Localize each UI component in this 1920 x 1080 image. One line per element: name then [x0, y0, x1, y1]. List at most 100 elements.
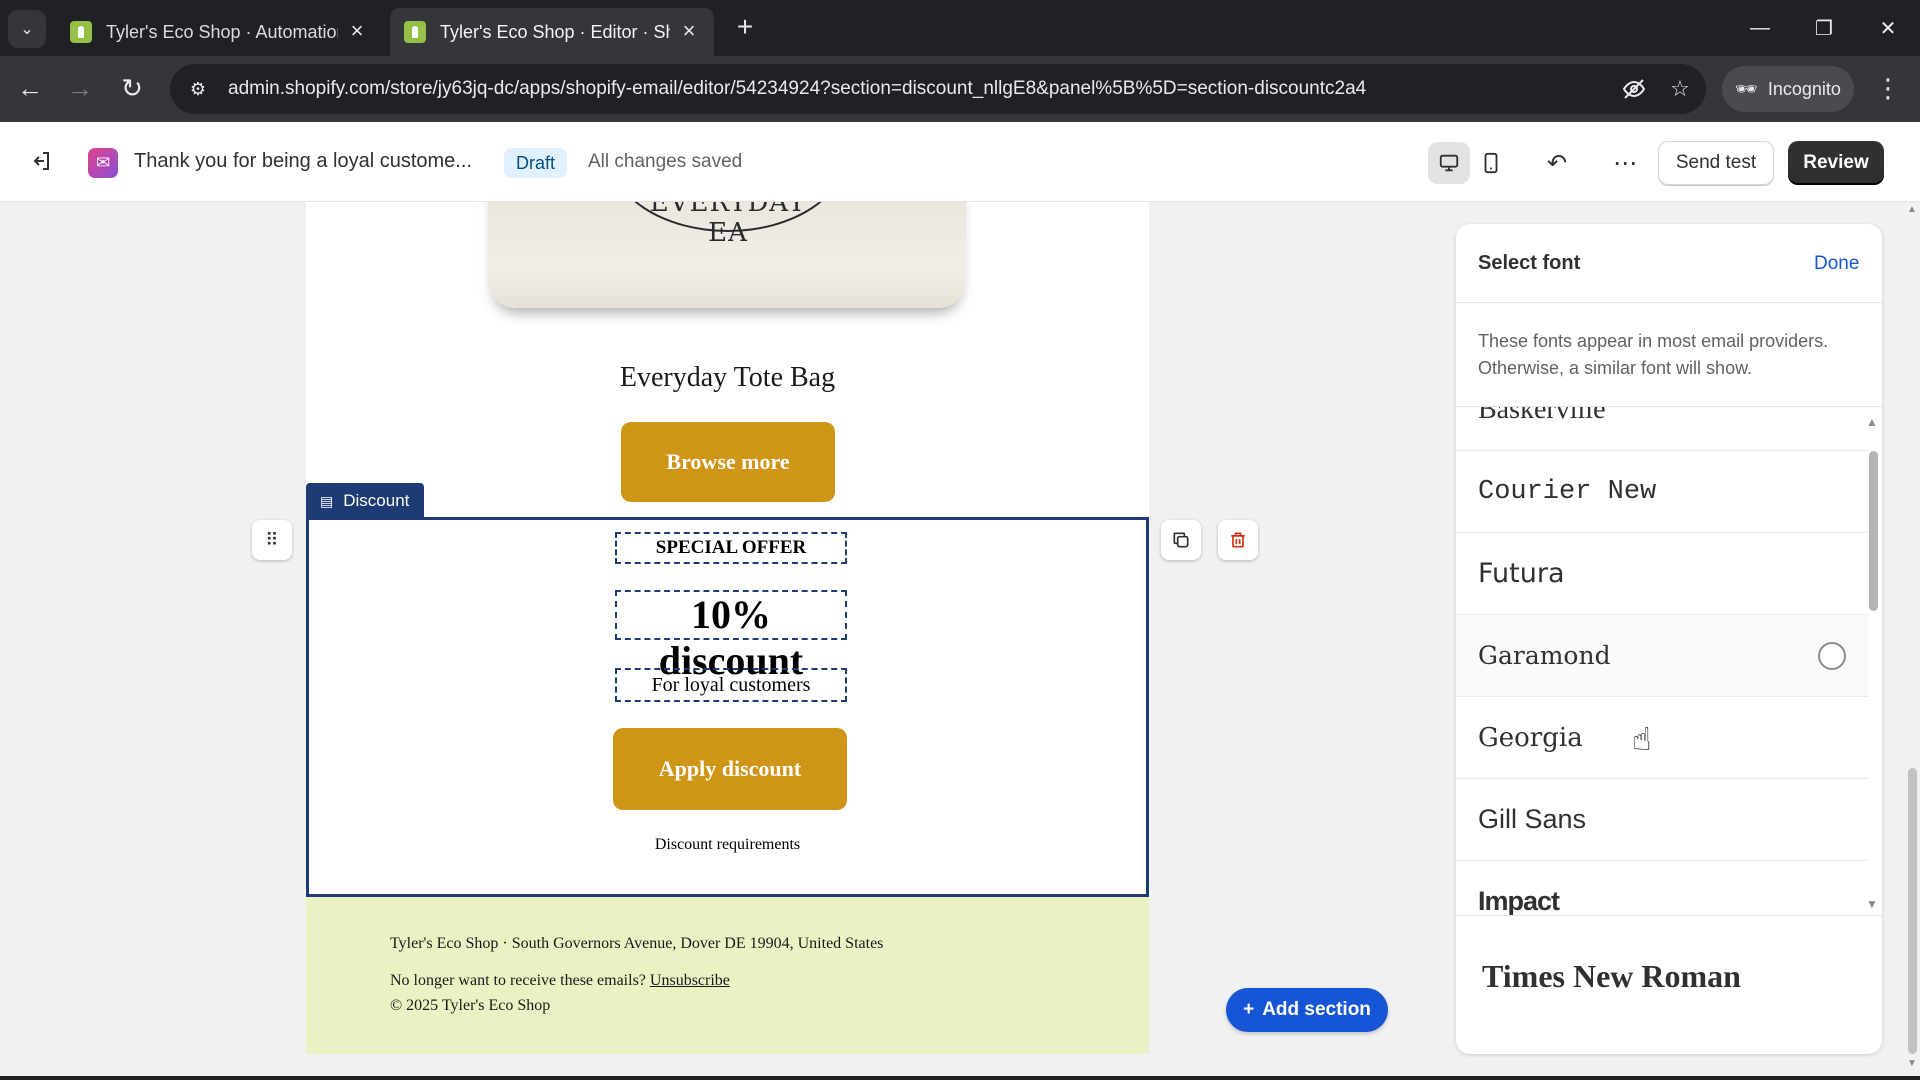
back-button[interactable]: ←	[10, 66, 50, 110]
discount-subheading[interactable]: For loyal customers	[615, 668, 847, 702]
font-list[interactable]: Baskerville Courier New Futura Garamond …	[1456, 406, 1882, 916]
plus-icon: +	[736, 11, 754, 42]
email-app-icon: ✉	[88, 148, 118, 178]
incognito-indicator[interactable]: 🕶 Incognito	[1722, 66, 1854, 112]
more-horizontal-icon: ⋯	[1613, 149, 1637, 177]
browser-menu-button[interactable]: ⋮	[1870, 66, 1906, 112]
email-footer[interactable]: Tyler's Eco Shop · South Governors Avenu…	[306, 897, 1149, 1054]
shopify-icon	[404, 21, 426, 43]
close-icon[interactable]: ×	[346, 20, 368, 43]
minimize-button[interactable]: —	[1732, 6, 1788, 50]
page-scrollbar-thumb[interactable]	[1908, 768, 1917, 1054]
panel-title: Select font	[1478, 252, 1581, 274]
selected-font-times-new-roman[interactable]: Times New Roman	[1456, 936, 1882, 1016]
discount-amount[interactable]: 10% discount	[615, 590, 847, 683]
window-bottom-edge	[0, 1076, 1920, 1080]
tab-title: Tyler's Eco Shop · Automations	[106, 21, 338, 42]
arrow-right-icon: →	[67, 72, 93, 103]
close-window-button[interactable]: ✕	[1860, 6, 1916, 50]
font-option-garamond[interactable]: Garamond	[1456, 615, 1868, 697]
section-label-text: Discount	[343, 491, 410, 510]
reload-button[interactable]: ↻	[112, 66, 152, 110]
browser-toolbar: ← → ↻ ⚙ admin.shopify.com/store/jy63jq-d…	[0, 56, 1920, 122]
exit-icon	[33, 152, 49, 170]
tab-title: Tyler's Eco Shop · Editor · Shopify	[440, 21, 670, 42]
drag-handle-icon: ⠿	[265, 529, 279, 550]
browse-more-button[interactable]: Browse more	[621, 422, 835, 502]
product-name[interactable]: Everyday Tote Bag	[306, 362, 1149, 394]
tab-editor[interactable]: Tyler's Eco Shop · Editor · Shopify ×	[390, 8, 714, 56]
restore-icon: ❐	[1815, 17, 1833, 40]
restore-button[interactable]: ❐	[1796, 6, 1852, 50]
add-section-label: Add section	[1262, 999, 1371, 1020]
shopify-icon	[70, 21, 92, 43]
apply-discount-button[interactable]: Apply discount	[613, 728, 847, 810]
triangle-up-icon[interactable]: ▲	[1866, 415, 1878, 429]
reload-icon: ↻	[121, 72, 143, 103]
delete-section-button[interactable]	[1218, 520, 1258, 560]
panel-divider	[1456, 302, 1882, 303]
product-image[interactable]: EVERYDAY EA	[488, 202, 966, 308]
plus-icon: +	[1243, 999, 1255, 1020]
incognito-icon: 🕶	[1735, 78, 1758, 99]
done-button[interactable]: Done	[1814, 253, 1859, 275]
undo-icon: ↶	[1546, 149, 1568, 177]
close-icon[interactable]: ×	[678, 20, 700, 43]
eye-off-icon[interactable]	[1614, 69, 1654, 109]
panel-note: These fonts appear in most email provide…	[1478, 331, 1829, 378]
footer-unsubscribe-prefix: No longer want to receive these emails?	[390, 972, 646, 989]
font-option-baskerville[interactable]: Baskerville	[1456, 407, 1868, 451]
unsubscribe-link[interactable]: Unsubscribe	[650, 972, 730, 989]
discount-section[interactable]: SPECIAL OFFER 10% discount For loyal cus…	[306, 517, 1149, 897]
editor-top-bar: ✉ Thank you for being a loyal custome...…	[0, 122, 1920, 202]
more-actions-button[interactable]: ⋯	[1604, 142, 1646, 184]
triangle-up-icon[interactable]: ▲	[1907, 204, 1917, 215]
font-option-georgia[interactable]: Georgia	[1456, 697, 1868, 779]
incognito-label: Incognito	[1767, 78, 1841, 99]
tab-automations[interactable]: Tyler's Eco Shop · Automations ×	[56, 8, 382, 56]
new-tab-button[interactable]: +	[730, 12, 760, 44]
duplicate-section-button[interactable]	[1161, 520, 1201, 560]
tune-icon[interactable]: ⚙	[178, 69, 218, 109]
footer-address: Tyler's Eco Shop · South Governors Avenu…	[390, 935, 884, 952]
status-badge: Draft	[504, 148, 568, 178]
forward-button[interactable]: →	[60, 66, 100, 110]
triangle-down-icon[interactable]: ▼	[1907, 1058, 1917, 1069]
close-icon: ✕	[1879, 17, 1897, 40]
font-option-impact[interactable]: Impact	[1456, 861, 1868, 915]
chevron-down-icon: ⌄	[20, 21, 34, 38]
font-option-courier-new[interactable]: Courier New	[1456, 451, 1868, 533]
font-option-gill-sans[interactable]: Gill Sans	[1456, 779, 1868, 861]
footer-copyright: © 2025 Tyler's Eco Shop	[390, 997, 551, 1014]
desktop-preview-button[interactable]	[1428, 142, 1470, 184]
font-option-futura[interactable]: Futura	[1456, 533, 1868, 615]
email-title[interactable]: Thank you for being a loyal custome...	[134, 150, 472, 173]
duplicate-icon	[1173, 532, 1189, 548]
drag-handle[interactable]: ⠿	[252, 520, 292, 560]
garamond-radio[interactable]	[1818, 642, 1846, 670]
footer-unsubscribe-line: No longer want to receive these emails? …	[390, 972, 730, 990]
tab-search-button[interactable]: ⌄	[8, 10, 46, 48]
font-list-scrollbar[interactable]	[1869, 451, 1878, 611]
mobile-preview-button[interactable]	[1470, 142, 1512, 184]
address-bar[interactable]: ⚙ admin.shopify.com/store/jy63jq-dc/apps…	[170, 64, 1706, 114]
review-button[interactable]: Review	[1788, 141, 1884, 185]
mobile-icon	[1484, 152, 1498, 174]
undo-button[interactable]: ↶	[1536, 142, 1578, 184]
kebab-icon: ⋮	[1875, 73, 1901, 103]
star-icon[interactable]: ☆	[1660, 69, 1700, 109]
font-panel: Select font Done These fonts appear in m…	[1456, 224, 1882, 1054]
discount-heading[interactable]: SPECIAL OFFER	[615, 532, 847, 564]
preview-device-toggle	[1428, 142, 1512, 184]
minimize-icon: —	[1750, 16, 1770, 39]
section-icon: ▤	[320, 492, 334, 509]
discount-requirements[interactable]: Discount requirements	[309, 836, 1146, 854]
triangle-down-icon[interactable]: ▼	[1866, 897, 1878, 911]
discount-section-label[interactable]: ▤ Discount	[306, 483, 424, 519]
add-section-button[interactable]: + Add section	[1226, 988, 1388, 1032]
arrow-left-icon: ←	[17, 72, 43, 103]
url-text[interactable]: admin.shopify.com/store/jy63jq-dc/apps/s…	[228, 78, 1614, 100]
send-test-button[interactable]: Send test	[1658, 141, 1774, 185]
exit-editor-button[interactable]	[22, 142, 60, 180]
desktop-icon	[1439, 154, 1459, 172]
